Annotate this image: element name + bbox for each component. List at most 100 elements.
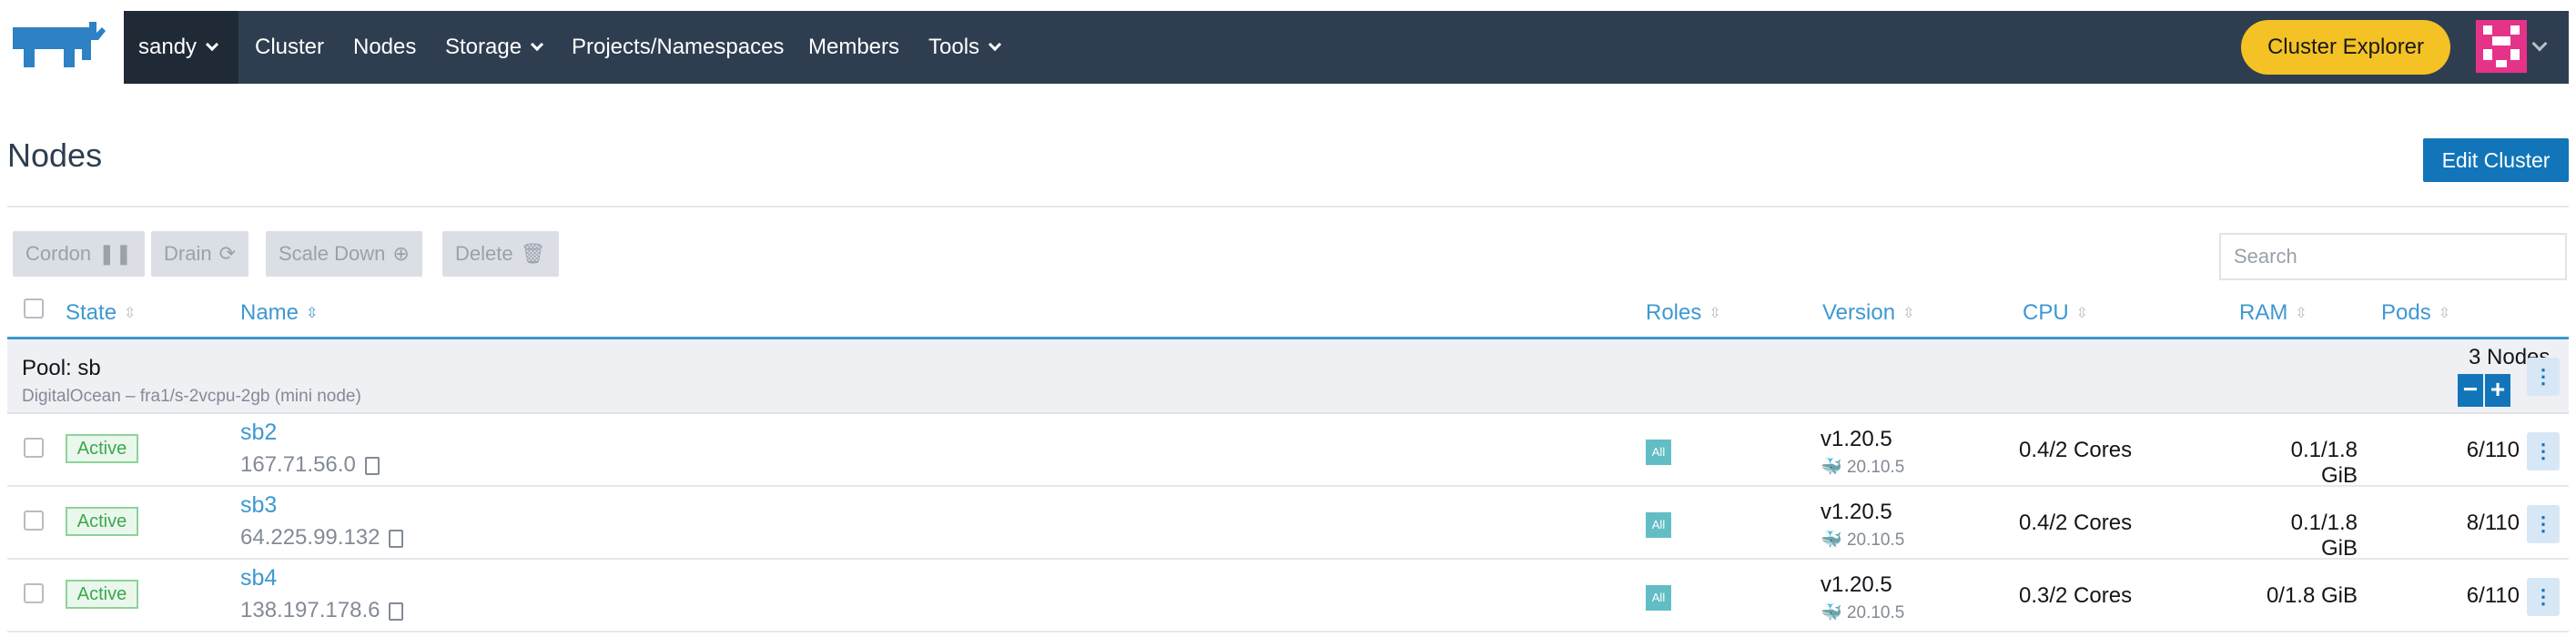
- docker-version: 🐳 20.10.5: [1820, 456, 1904, 478]
- nav-cluster[interactable]: Cluster: [255, 11, 324, 84]
- column-version-label: Version: [1822, 300, 1896, 325]
- column-state[interactable]: State ⇳: [66, 288, 136, 339]
- drain-icon: ⟳: [218, 242, 237, 265]
- docker-version-text: 20.10.5: [1846, 531, 1905, 550]
- cpu-usage: 0.3/2 Cores: [2019, 583, 2133, 608]
- copy-icon[interactable]: [389, 602, 404, 621]
- column-roles[interactable]: Roles ⇳: [1646, 288, 1721, 339]
- nav-nodes-label: Nodes: [353, 35, 417, 59]
- node-ip-text: 64.225.99.132: [240, 525, 380, 550]
- docker-icon: 🐳: [1820, 531, 1842, 550]
- column-roles-label: Roles: [1646, 300, 1702, 325]
- pods-usage: 8/110: [2466, 511, 2520, 535]
- nav-tools-label: Tools: [928, 35, 980, 59]
- column-name[interactable]: Name ⇳: [240, 288, 318, 339]
- ram-usage: 0.1/1.8 GiB: [2290, 438, 2358, 488]
- docker-icon: 🐳: [1820, 603, 1842, 622]
- row-checkbox[interactable]: [24, 583, 44, 603]
- edit-cluster-button[interactable]: Edit Cluster: [2423, 138, 2569, 182]
- pause-icon: ❚❚: [98, 242, 133, 265]
- cluster-selector[interactable]: sandy: [124, 11, 238, 84]
- row-checkbox[interactable]: [24, 438, 44, 458]
- docker-version-text: 20.10.5: [1846, 458, 1905, 477]
- copy-icon[interactable]: [364, 457, 380, 475]
- scale-down-pool-button[interactable]: −: [2458, 374, 2483, 407]
- kubelet-version: v1.20.5: [1820, 572, 1892, 597]
- column-ram-label: RAM: [2239, 300, 2288, 325]
- nav-projects-namespaces[interactable]: Projects/Namespaces: [572, 11, 784, 84]
- cluster-name: sandy: [138, 35, 198, 59]
- column-cpu[interactable]: CPU ⇳: [2023, 288, 2088, 339]
- nav-nodes[interactable]: Nodes: [353, 11, 416, 84]
- node-ip-text: 138.197.178.6: [240, 598, 380, 622]
- nav-members[interactable]: Members: [808, 11, 899, 84]
- nav-cluster-label: Cluster: [255, 35, 325, 59]
- status-badge: Active: [66, 434, 138, 463]
- trash-icon: 🗑: [520, 242, 546, 265]
- ram-usage: 0.1/1.8 GiB: [2290, 511, 2358, 561]
- main-nav: sandy Cluster Nodes Storage Projects/Nam…: [124, 11, 2569, 84]
- nav-storage[interactable]: Storage: [445, 11, 544, 84]
- docker-version-text: 20.10.5: [1846, 603, 1905, 622]
- sort-desc-icon: ⇳: [306, 305, 319, 321]
- node-pool-header: Pool: sb DigitalOcean – fra1/s-2vcpu-2gb…: [7, 339, 2569, 414]
- node-name-link[interactable]: sb3: [240, 492, 277, 519]
- status-badge: Active: [66, 507, 138, 536]
- ram-usage: 0/1.8 GiB: [2266, 583, 2358, 608]
- pool-actions-menu-button[interactable]: ⋮: [2527, 358, 2560, 396]
- table-row: Active sb2 167.71.56.0 All v1.20.5 🐳 20.…: [7, 414, 2569, 488]
- node-ip-text: 167.71.56.0: [240, 452, 356, 477]
- node-ip: 167.71.56.0: [240, 452, 380, 478]
- kubelet-version: v1.20.5: [1820, 427, 1892, 451]
- cpu-usage: 0.4/2 Cores: [2019, 511, 2133, 535]
- pods-usage: 6/110: [2466, 583, 2520, 608]
- rancher-logo-icon[interactable]: [7, 20, 107, 75]
- column-pods[interactable]: Pods ⇳: [2381, 288, 2450, 339]
- sort-icon: ⇳: [124, 305, 137, 321]
- nav-tools[interactable]: Tools: [928, 11, 1002, 84]
- delete-button[interactable]: Delete 🗑: [442, 231, 559, 277]
- row-checkbox[interactable]: [24, 511, 44, 531]
- cpu-usage: 0.4/2 Cores: [2019, 438, 2133, 462]
- search-input[interactable]: Search: [2219, 233, 2567, 280]
- node-ip: 138.197.178.6: [240, 598, 404, 623]
- nav-projects-label: Projects/Namespaces: [572, 35, 785, 59]
- column-ram[interactable]: RAM ⇳: [2239, 288, 2307, 339]
- node-name-link[interactable]: sb4: [240, 565, 277, 592]
- chevron-down-icon: [530, 37, 544, 52]
- cluster-explorer-button[interactable]: Cluster Explorer: [2241, 20, 2450, 75]
- chevron-down-icon: [988, 37, 1002, 52]
- copy-icon[interactable]: [389, 530, 404, 548]
- scale-up-pool-button[interactable]: +: [2485, 374, 2510, 407]
- role-badge: All: [1646, 440, 1671, 465]
- drain-label: Drain: [164, 242, 212, 265]
- sort-icon: ⇳: [1709, 305, 1721, 321]
- drain-button[interactable]: Drain ⟳: [151, 231, 249, 277]
- divider: [7, 206, 2569, 207]
- row-actions-menu-button[interactable]: ⋮: [2527, 432, 2560, 470]
- column-name-label: Name: [240, 300, 299, 325]
- row-actions-menu-button[interactable]: ⋮: [2527, 505, 2560, 543]
- sort-icon: ⇳: [2075, 305, 2089, 321]
- cordon-label: Cordon: [25, 242, 92, 265]
- docker-version: 🐳 20.10.5: [1820, 602, 1904, 623]
- pool-name: Pool: sb: [22, 356, 101, 380]
- pods-usage: 6/110: [2466, 438, 2520, 462]
- chevron-down-icon[interactable]: [2531, 35, 2548, 52]
- nav-storage-label: Storage: [445, 35, 522, 59]
- sort-icon: ⇳: [2295, 305, 2307, 321]
- user-avatar[interactable]: [2476, 20, 2527, 73]
- row-actions-menu-button[interactable]: ⋮: [2527, 578, 2560, 616]
- scale-down-button[interactable]: Scale Down ⊕: [266, 231, 422, 277]
- top-bar: sandy Cluster Nodes Storage Projects/Nam…: [0, 0, 2576, 96]
- node-name-link[interactable]: sb2: [240, 420, 277, 446]
- select-all-checkbox[interactable]: [24, 298, 44, 318]
- sort-icon: ⇳: [2438, 305, 2451, 321]
- column-cpu-label: CPU: [2023, 300, 2069, 325]
- docker-icon: 🐳: [1820, 458, 1842, 477]
- docker-version: 🐳 20.10.5: [1820, 529, 1904, 551]
- column-version[interactable]: Version ⇳: [1822, 288, 1914, 339]
- cordon-button[interactable]: Cordon ❚❚: [13, 231, 146, 277]
- role-badge: All: [1646, 512, 1671, 538]
- column-pods-label: Pods: [2381, 300, 2431, 325]
